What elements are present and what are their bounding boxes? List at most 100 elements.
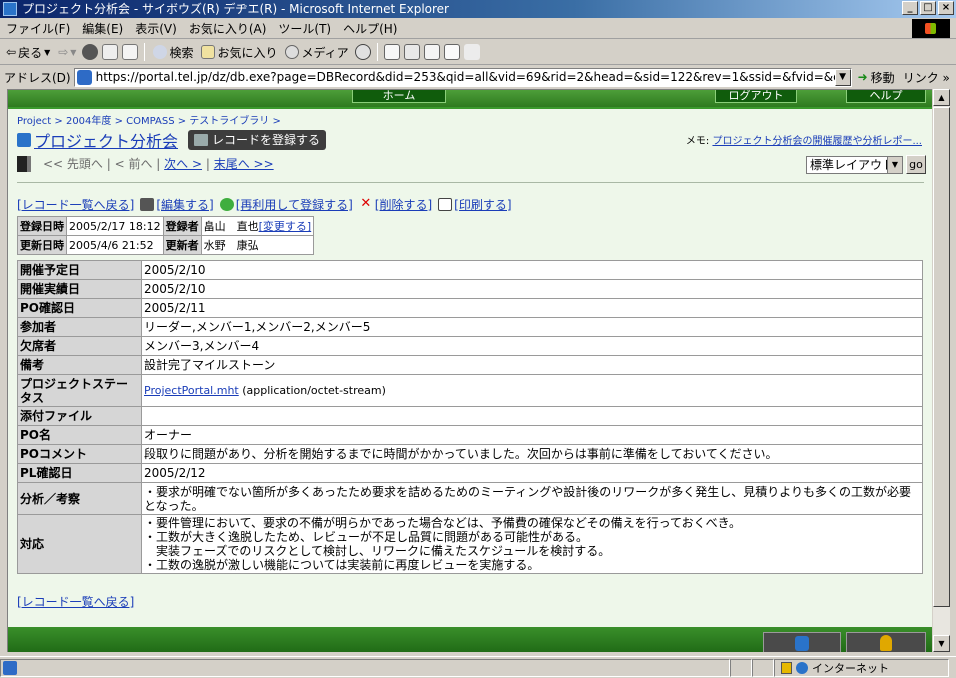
field-label: POコメント [17,444,142,464]
field-value: ProjectPortal.mht (application/octet-str… [141,374,923,407]
record-detail-table: 開催予定日 2005/2/10 開催実績日 2005/2/10 PO確認日 20… [17,260,923,574]
pager-last-link[interactable]: 末尾へ >> [214,155,274,172]
discuss-icon[interactable] [443,44,460,60]
field-value: ・要件管理において、要求の不備が明らかであった場合などは、予備費の確保などその備… [141,514,923,574]
forward-button[interactable]: ⇨ ▼ [56,45,78,59]
scroll-down-button[interactable]: ▼ [933,635,950,652]
toolbar-separator [144,43,146,61]
nav-logout-button[interactable]: ログアウト [715,90,797,103]
browser-toolbar: ⇦ 戻る ▼ ⇨ ▼ 検索 お気に入り メディア [0,40,956,65]
record-nav-icon [17,155,31,172]
security-zone: インターネット [774,658,949,677]
field-value: 設計完了マイルストーン [141,355,923,375]
menu-favorites[interactable]: お気に入り(A) [189,20,267,37]
address-dropdown-button[interactable]: ▼ [834,68,851,86]
go-label: 移動 [870,70,895,85]
field-label: 欠席者 [17,336,142,356]
edit-icon[interactable] [423,44,440,60]
forward-arrow-icon: ⇨ [58,45,69,59]
register-icon [194,134,209,146]
creator-value: 畠山 直也 [203,220,259,233]
stop-icon[interactable] [82,44,99,60]
change-creator-link[interactable]: [変更する] [259,220,312,233]
favorites-icon [201,45,216,59]
print-record-link[interactable]: [印刷する] [454,196,511,213]
updater-value: 水野 康弘 [200,235,315,255]
print-icon[interactable] [403,44,420,60]
go-arrow-icon: ➜ [857,70,868,84]
scroll-up-button[interactable]: ▲ [933,89,950,106]
table-row: POコメント 段取りに問題があり、分析を開始するまでに時間がかかっていました。次… [17,444,923,464]
links-button[interactable]: リンク » [903,69,950,86]
refresh-icon[interactable] [102,44,119,60]
address-input[interactable]: https://portal.tel.jp/dz/db.exe?page=DBR… [73,67,852,87]
table-row: 開催予定日 2005/2/10 [17,260,923,280]
go-button[interactable]: ➜ 移動 [858,69,895,86]
field-value: リーダー,メンバー1,メンバー2,メンバー5 [141,317,923,337]
table-row: 開催実績日 2005/2/10 [17,279,923,299]
window-title-bar: プロジェクト分析会 - サイボウズ(R) デヂエ(R) - Microsoft … [0,0,956,18]
chevron-down-icon: ▼ [887,157,902,173]
breadcrumb[interactable]: Project > 2004年度 > COMPASS > テストライブラリ > [17,112,281,127]
footer-user-button[interactable] [846,632,926,652]
back-to-list-bottom-link[interactable]: [レコード一覧へ戻る] [17,593,134,610]
messenger-icon[interactable] [463,44,480,60]
close-button[interactable]: × [938,1,954,15]
maximize-button[interactable]: □ [920,1,936,15]
media-button[interactable]: メディア [283,44,350,61]
menu-view[interactable]: 表示(V) [135,20,177,37]
pager-sep: | [102,156,115,171]
toolbar-separator [376,43,378,61]
nav-home-button[interactable]: ホーム [352,90,446,103]
edit-icon [140,198,155,211]
attachment-type: (application/octet-stream) [238,384,386,397]
register-record-button[interactable]: レコードを登録する [188,130,327,150]
mail-icon[interactable] [383,44,400,60]
back-to-list-link[interactable]: [レコード一覧へ戻る] [17,196,134,213]
record-pager: << 先頭へ | < 前へ | 次へ > | 末尾へ >> [17,155,274,172]
minimize-button[interactable]: _ [902,1,918,15]
response-line: 実装フェーズでのリスクとして検討し、リワークに備えたスケジュールを検討する。 [144,544,611,558]
media-label: メディア [301,45,349,60]
creator-cell: 畠山 直也[変更する] [200,216,315,236]
favorites-label: お気に入り [217,45,278,60]
reuse-register-link[interactable]: [再利用して登録する] [236,196,353,213]
footer-database-button[interactable] [763,632,841,652]
nav-help-button[interactable]: ヘルプ [846,90,926,103]
memo-link[interactable]: プロジェクト分析会の開催履歴や分析レポー... [712,136,922,147]
site-nav-bar: ホーム ログアウト ヘルプ [8,90,932,107]
scroll-thumb[interactable] [933,107,950,607]
lock-icon [781,661,792,674]
project-title-link[interactable]: プロジェクト分析会 [34,128,178,152]
chevron-down-icon: ▼ [44,47,51,57]
menu-tools[interactable]: ツール(T) [278,20,331,37]
field-label: 分析／考察 [17,482,142,515]
field-label: 備考 [17,355,142,375]
home-icon[interactable] [122,44,139,60]
back-button[interactable]: ⇦ 戻る ▼ [4,44,52,61]
status-bar: インターネット [0,656,956,678]
field-label: 開催実績日 [17,279,142,299]
record-actions: [レコード一覧へ戻る] [編集する] [再利用して登録する] ✕ [削除する] … [17,196,512,213]
attachment-link[interactable]: ProjectPortal.mht [144,384,239,397]
layout-go-button[interactable]: go [906,155,926,174]
updater-label: 更新者 [162,235,202,255]
menu-help[interactable]: ヘルプ(H) [343,20,397,37]
register-label: レコードを登録する [212,133,321,147]
vertical-scrollbar[interactable]: ▲ ▼ [933,89,950,652]
edit-record-link[interactable]: [編集する] [156,196,213,213]
menu-edit[interactable]: 編集(E) [82,20,123,37]
field-label: PO確認日 [17,298,142,318]
menu-file[interactable]: ファイル(F) [6,20,70,37]
favorites-button[interactable]: お気に入り [199,44,279,61]
table-row: 参加者 リーダー,メンバー1,メンバー2,メンバー5 [17,317,923,337]
pager-first: << 先頭へ [43,157,103,171]
pager-next-link[interactable]: 次へ > [164,155,202,172]
history-icon[interactable] [354,44,371,60]
back-label: 戻る [18,45,43,60]
search-button[interactable]: 検索 [151,44,195,61]
layout-select[interactable]: 標準レイアウト ▼ [806,156,903,174]
divider [17,182,924,183]
response-line: ・工数が大きく逸脱したため、レビューが不足し品質に問題がある可能性がある。 [144,530,589,544]
delete-record-link[interactable]: [削除する] [375,196,432,213]
